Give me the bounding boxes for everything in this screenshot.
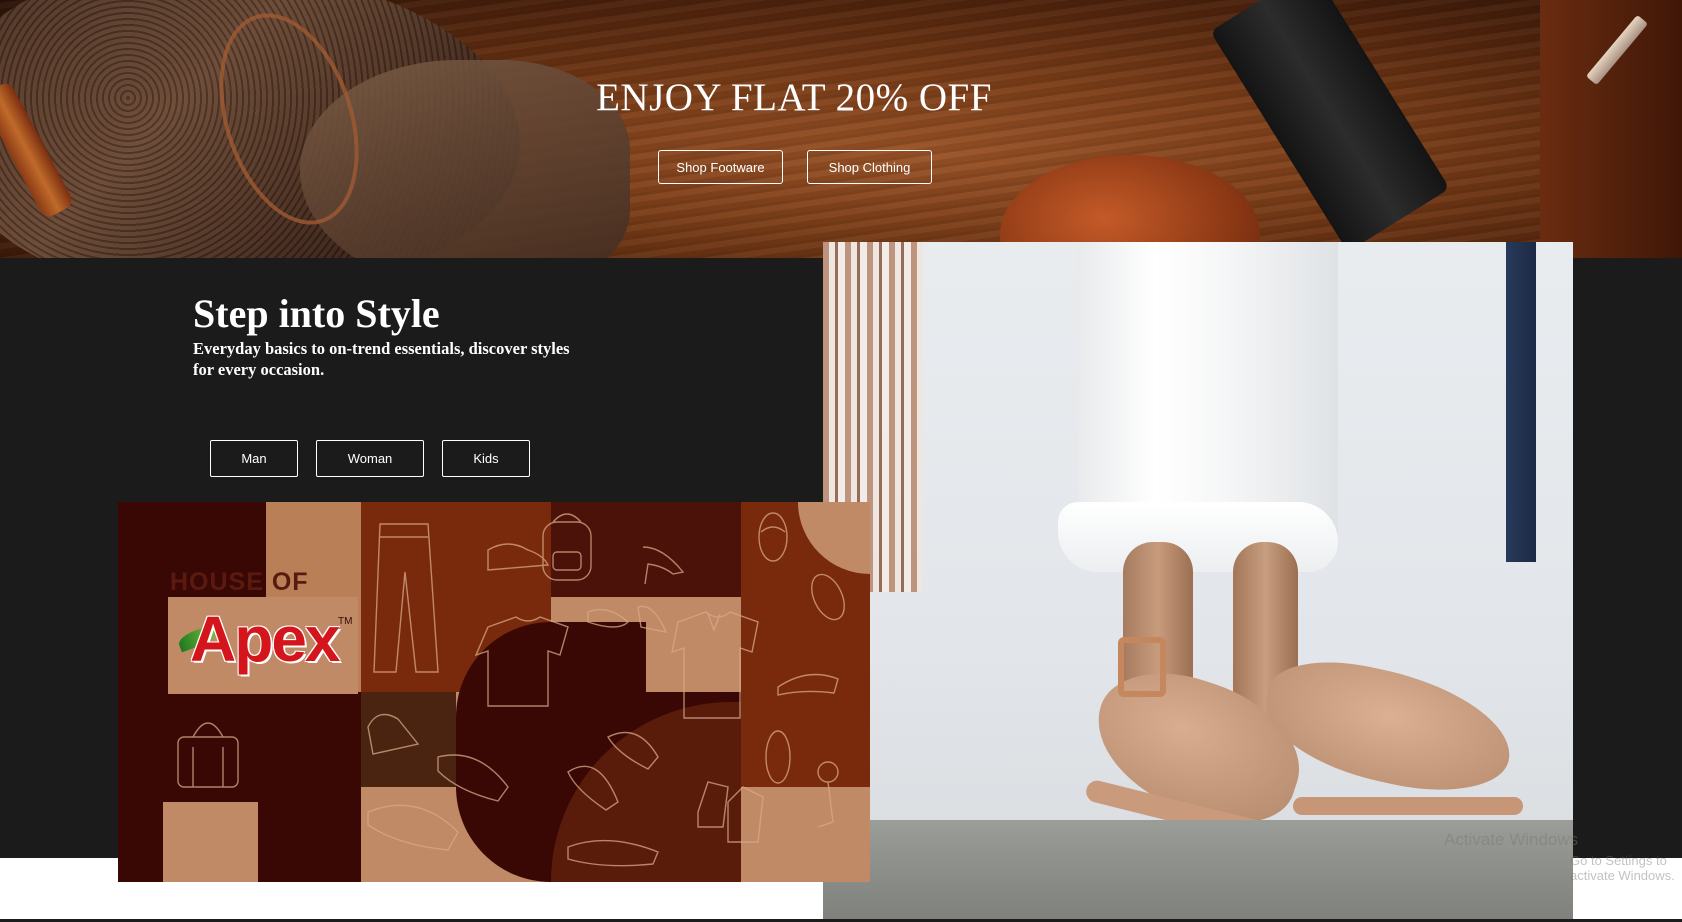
apex-logo-text: Apex (190, 603, 340, 675)
section-subtitle: Everyday basics to on-trend essentials, … (193, 339, 570, 379)
shop-clothing-button[interactable]: Shop Clothing (807, 150, 932, 184)
shoe-icon (367, 713, 659, 867)
trademark-symbol: TM (338, 616, 353, 627)
pump-icon (777, 673, 839, 696)
polo-shirt-icon (671, 611, 759, 719)
sandal-icon (758, 512, 845, 621)
leather-sheet (1540, 0, 1682, 258)
category-man-button[interactable]: Man (210, 440, 298, 477)
featured-sandal-image (823, 242, 1573, 922)
hero-title: ENJOY FLAT 20% OFF (596, 76, 992, 119)
sneaker-icon (487, 543, 550, 571)
jeans-icon (373, 523, 439, 673)
handbag-icon (177, 722, 239, 788)
tshirt-icon (474, 616, 569, 707)
activate-windows-hint: Go to Settings to activate Windows. (1570, 853, 1675, 883)
sandal-buckle (1118, 637, 1166, 697)
section-title: Step into Style (193, 291, 440, 336)
heel-icon (637, 546, 685, 633)
house-of-text: HOUSE OF (170, 568, 309, 596)
sandal-sole (1293, 797, 1523, 815)
boot-icon (697, 781, 764, 843)
slipper-icon (587, 608, 630, 628)
category-woman-button[interactable]: Woman (316, 440, 424, 477)
page: ENJOY FLAT 20% OFF Shop Footware Shop Cl… (0, 0, 1682, 922)
strap-sandal-icon (765, 730, 839, 828)
category-kids-button[interactable]: Kids (442, 440, 530, 477)
activate-windows-watermark: Activate Windows (1444, 830, 1579, 849)
house-of-apex-banner[interactable]: HOUSE OF Apex TM (118, 502, 870, 882)
navy-fabric (1506, 242, 1536, 562)
hero-banner: ENJOY FLAT 20% OFF Shop Footware Shop Cl… (0, 0, 1682, 258)
backpack-icon (542, 513, 592, 581)
shop-footware-button[interactable]: Shop Footware (658, 150, 783, 184)
